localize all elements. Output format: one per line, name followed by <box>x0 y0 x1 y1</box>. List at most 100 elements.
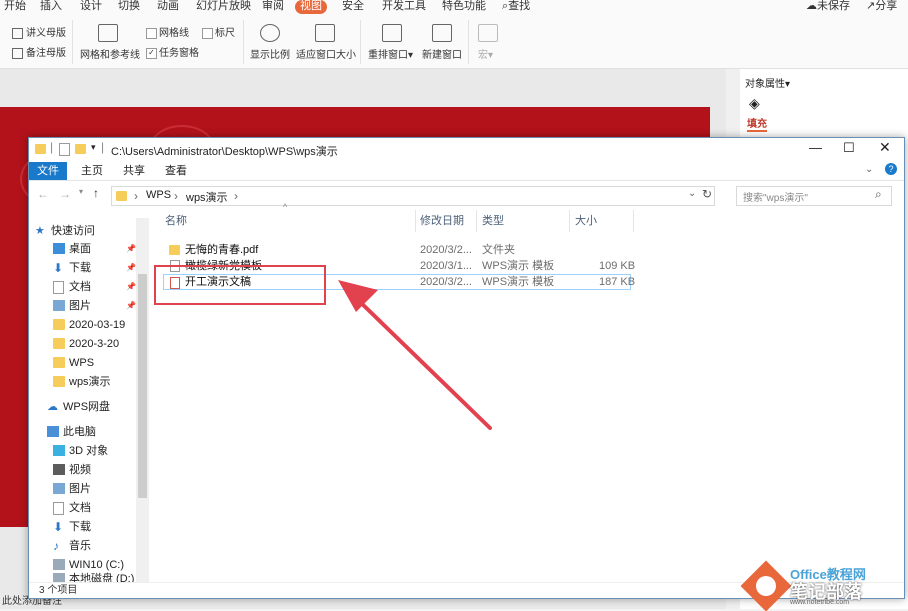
ribbon-tab-bar: 开始 插入 设计 切换 动画 幻灯片放映 审阅 视图 安全 开发工具 特色功能 … <box>0 0 908 16</box>
task-pane-checkbox[interactable]: ✓ 任务窗格 <box>146 44 199 59</box>
nav-scrollbar-thumb[interactable] <box>138 274 147 498</box>
unsaved-indicator[interactable]: ☁未保存 <box>806 0 850 14</box>
history-dropdown-icon[interactable]: ▾ <box>79 187 83 196</box>
nav-folder-wps[interactable]: WPS <box>53 354 94 372</box>
fit-window-icon <box>315 24 335 42</box>
column-name-header[interactable]: 名称 <box>165 212 187 230</box>
macro-button[interactable]: 宏▾ <box>478 46 493 61</box>
nav-pc-downloads[interactable]: ⬇ 下载 <box>53 518 91 536</box>
fill-tab[interactable]: 填充 <box>747 115 767 132</box>
file-type: 文件夹 <box>482 244 515 256</box>
share-button[interactable]: ↗分享 <box>866 0 897 14</box>
tab-transition[interactable]: 切换 <box>118 0 140 14</box>
chevron-down-icon: ▾ <box>408 50 414 61</box>
nav-desktop[interactable]: 桌面 <box>53 240 91 258</box>
forward-arrow-icon[interactable]: → <box>59 187 71 201</box>
ruler-checkbox[interactable]: 标尺 <box>202 24 235 39</box>
tab-insert[interactable]: 插入 <box>40 0 62 14</box>
new-folder-icon[interactable] <box>75 144 86 154</box>
picture-icon <box>53 300 65 311</box>
help-icon[interactable]: ? <box>885 163 897 175</box>
breadcrumb-wps[interactable]: WPS <box>146 189 171 201</box>
search-icon[interactable]: ⌕ <box>875 187 882 202</box>
chevron-down-icon: ▾ <box>785 79 791 90</box>
nav-quick-access[interactable]: ★ 快速访问 <box>35 222 95 240</box>
up-arrow-icon[interactable]: ↑ <box>93 186 99 200</box>
menu-file[interactable]: 文件 <box>29 162 67 180</box>
tab-slideshow[interactable]: 幻灯片放映 <box>196 0 251 14</box>
column-date-header[interactable]: 修改日期 <box>420 212 464 230</box>
nav-pc-pictures[interactable]: 图片 <box>53 480 91 498</box>
nav-folder-2020-03-19[interactable]: 2020-03-19 <box>53 316 125 334</box>
zoom-button[interactable]: 显示比例 <box>250 46 290 61</box>
fit-window-button[interactable]: 适应窗口大小 <box>296 46 356 61</box>
column-divider[interactable] <box>633 210 634 232</box>
address-bar[interactable]: › WPS › wps演示 › ⌄ ↻ <box>111 186 715 206</box>
search-button[interactable]: ⌕查找 <box>502 0 530 14</box>
nav-pictures[interactable]: 图片 <box>53 297 91 315</box>
pane-title[interactable]: 对象属性▾ <box>745 75 790 90</box>
column-divider[interactable] <box>415 210 416 232</box>
nav-documents[interactable]: 文档 <box>53 278 91 296</box>
nav-drive-d[interactable]: 本地磁盘 (D:) <box>53 570 134 582</box>
handout-master-button[interactable]: 讲义母版 <box>12 24 66 39</box>
tab-design[interactable]: 设计 <box>80 0 102 14</box>
nav-this-pc[interactable]: 此电脑 <box>47 423 96 441</box>
nav-label: 此电脑 <box>63 426 96 438</box>
title-bar[interactable]: | ▾ | C:\Users\Administrator\Desktop\WPS… <box>29 138 904 162</box>
refresh-icon[interactable]: ↻ <box>702 187 712 201</box>
properties-icon[interactable] <box>59 143 70 156</box>
menu-share[interactable]: 共享 <box>117 162 151 180</box>
pin-icon[interactable]: 📌 <box>126 263 136 272</box>
back-arrow-icon[interactable]: ← <box>37 187 49 201</box>
tab-review[interactable]: 审阅 <box>262 0 284 14</box>
chevron-down-icon: ▾ <box>488 50 494 61</box>
pin-icon[interactable]: 📌 <box>126 244 136 253</box>
notes-icon <box>12 47 23 59</box>
nav-music[interactable]: ♪ 音乐 <box>53 537 91 555</box>
tab-start[interactable]: 开始 <box>4 0 26 14</box>
computer-icon <box>47 426 59 437</box>
search-input[interactable]: 搜索"wps演示" ⌕ <box>736 186 892 206</box>
tab-animation[interactable]: 动画 <box>157 0 179 14</box>
nav-folder-wps-demo[interactable]: wps演示 <box>53 373 111 391</box>
grid-guides-button[interactable]: 网格和参考线 <box>80 46 140 61</box>
nav-folder-2020-3-20[interactable]: 2020-3-20 <box>53 335 119 353</box>
ribbon-toolbar: 讲义母版 备注母版 网格和参考线 网格线 标尺 ✓ 任务窗格 显示比例 适应窗口大… <box>0 16 908 69</box>
nav-label: 图片 <box>69 483 91 495</box>
nav-downloads[interactable]: ⬇ 下载 <box>53 259 91 277</box>
breadcrumb-wps-demo[interactable]: wps演示 <box>186 189 228 205</box>
chevron-down-icon[interactable]: ⌄ <box>865 164 873 175</box>
folder-icon <box>53 338 65 349</box>
file-row[interactable]: 无悔的青春.pdf 2020/3/2... 文件夹 <box>163 242 631 258</box>
column-divider[interactable] <box>476 210 477 232</box>
pin-icon[interactable]: 📌 <box>126 301 136 310</box>
quick-toolbar-dropdown-icon[interactable]: ▾ <box>91 142 96 153</box>
tab-special[interactable]: 特色功能 <box>442 0 486 14</box>
maximize-button[interactable]: ☐ <box>843 140 855 156</box>
new-window-button[interactable]: 新建窗口 <box>422 46 462 61</box>
nav-videos[interactable]: 视频 <box>53 461 91 479</box>
nav-pc-documents[interactable]: 文档 <box>53 499 91 517</box>
column-divider[interactable] <box>569 210 570 232</box>
nav-wps-drive[interactable]: ☁ WPS网盘 <box>47 398 110 416</box>
tab-view[interactable]: 视图 <box>295 0 327 14</box>
notes-master-button[interactable]: 备注母版 <box>12 44 66 59</box>
close-button[interactable]: ✕ <box>879 139 891 156</box>
chevron-right-icon[interactable]: › <box>234 189 238 203</box>
minimize-button[interactable]: — <box>809 140 822 155</box>
address-dropdown-icon[interactable]: ⌄ <box>688 188 696 199</box>
file-name: 无悔的青春.pdf <box>185 244 259 256</box>
download-icon: ⬇ <box>53 261 64 275</box>
column-type-header[interactable]: 类型 <box>482 212 504 230</box>
nav-3d-objects[interactable]: 3D 对象 <box>53 442 108 460</box>
drive-icon <box>53 559 65 570</box>
gridlines-checkbox[interactable]: 网格线 <box>146 24 189 39</box>
tab-security[interactable]: 安全 <box>342 0 364 14</box>
pin-icon[interactable]: 📌 <box>126 282 136 291</box>
menu-home[interactable]: 主页 <box>75 162 109 180</box>
column-size-header[interactable]: 大小 <box>575 212 597 230</box>
menu-view[interactable]: 查看 <box>159 162 193 180</box>
tab-developer[interactable]: 开发工具 <box>382 0 426 14</box>
arrange-windows-button[interactable]: 重排窗口▾ <box>368 46 413 61</box>
